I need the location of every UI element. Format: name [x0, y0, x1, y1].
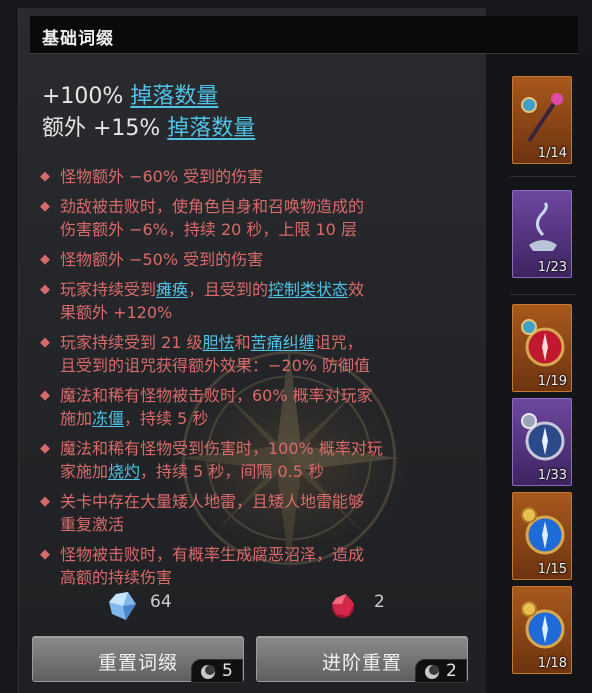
affix-item: ◆ 魔法和稀有怪物受到伤害时，100% 概率对玩 家施加烧灼，持续 5 秒，间隔… [38, 437, 468, 483]
keyword-link-timidity[interactable]: 胆怯 [203, 333, 235, 352]
slot-divider [510, 176, 576, 177]
moon-orb-icon [201, 665, 215, 679]
crystal-icon [109, 592, 136, 620]
silver-compass-icon [521, 413, 565, 461]
affix-text: 魔法和稀有怪物受到伤害时，100% 概率对玩 [60, 439, 383, 458]
reset-cost: 5 [191, 659, 243, 683]
slot-divider [510, 294, 576, 295]
keyword-link-torment[interactable]: 苦痛纠缠 [251, 333, 315, 352]
keyword-link-drop-quantity[interactable]: 掉落数量 [130, 84, 218, 109]
affix-item: ◆ 玩家持续受到 21 级胆怯和苦痛纠缠诅咒， 且受到的诅咒获得额外效果：−20… [38, 331, 468, 377]
summary-line-extra-drop-quantity: 额外 +15% 掉落数量 [42, 110, 255, 142]
affix-text: ，持续 5 秒，间隔 0.5 秒 [140, 462, 325, 481]
affix-text: 关卡中存在大量矮人地雷，且矮人地雷能够 [60, 492, 365, 511]
affix-item: ◆ 关卡中存在大量矮人地雷，且矮人地雷能够 重复激活 [38, 490, 468, 536]
advanced-reset-button[interactable]: 进阶重置 2 [256, 636, 468, 683]
advance-cost: 2 [415, 659, 467, 683]
affix-text: 魔法和稀有怪物被击败时，60% 概率对玩家 [60, 386, 373, 405]
diamond-bullet-icon: ◆ [40, 199, 50, 214]
affix-text: 诅咒， [314, 333, 363, 352]
affix-text: 玩家持续受到 [60, 280, 157, 299]
inventory-slot[interactable]: 1/33 [512, 398, 572, 486]
affix-text: 怪物被击败时，有概率生成腐恶沼泽，造成 [60, 545, 365, 564]
affix-item: ◆ 劲敌被击败时，使角色自身和召唤物造成的 伤害额外 −6%，持续 20 秒，上… [38, 195, 468, 241]
diamond-bullet-icon: ◆ [40, 494, 50, 509]
inventory-slot[interactable]: 1/19 [512, 304, 572, 392]
diamond-bullet-icon: ◆ [40, 547, 50, 562]
diamond-bullet-icon: ◆ [40, 282, 50, 297]
slot-count: 1/18 [537, 656, 567, 671]
ruby-count: 2 [374, 592, 385, 612]
affix-text: 伤害额外 −6%，持续 20 秒，上限 10 层 [60, 220, 357, 239]
slot-count: 1/23 [537, 260, 567, 275]
diamond-bullet-icon: ◆ [40, 388, 50, 403]
affix-text: ，持续 5 秒 [124, 409, 209, 428]
affix-item: ◆ 怪物被击败时，有概率生成腐恶沼泽，造成 高额的持续伤害 [38, 543, 468, 589]
affix-text: 重复激活 [60, 515, 125, 534]
moon-orb-icon [425, 665, 439, 679]
affix-text: 怪物额外 −50% 受到的伤害 [60, 250, 264, 269]
crystal-count: 64 [150, 592, 172, 612]
summary-value: 额外 +15% [42, 116, 168, 141]
affix-list: ◆ 怪物额外 −60% 受到的伤害 ◆ 劲敌被击败时，使角色自身和召唤物造成的 … [38, 165, 468, 596]
diamond-bullet-icon: ◆ [40, 169, 50, 184]
diamond-bullet-icon: ◆ [40, 441, 50, 456]
slot-count: 1/14 [537, 146, 567, 161]
slot-count: 1/15 [537, 562, 567, 577]
keyword-link-burn[interactable]: 烧灼 [108, 462, 140, 481]
cost-value: 5 [222, 661, 233, 681]
blue-compass-icon [521, 507, 565, 555]
reset-affix-button[interactable]: 重置词缀 5 [32, 636, 244, 683]
genie-lamp-icon [529, 201, 557, 251]
keyword-link-paralysis[interactable]: 瘫痪 [156, 280, 188, 299]
affix-text: 玩家持续受到 21 级 [60, 333, 203, 352]
affix-text: 施加 [60, 409, 93, 428]
red-compass-icon [521, 319, 565, 367]
blue-compass-icon [521, 601, 565, 649]
section-header: 基础词缀 [30, 16, 578, 54]
summary-value: +100% [42, 84, 131, 109]
affix-text: 劲敌被击败时，使角色自身和召唤物造成的 [60, 197, 365, 216]
keyword-link-frozen[interactable]: 冻僵 [92, 409, 124, 428]
affix-item: ◆ 魔法和稀有怪物被击败时，60% 概率对玩家 施加冻僵，持续 5 秒 [38, 384, 468, 430]
diamond-bullet-icon: ◆ [40, 335, 50, 350]
summary-line-drop-quantity: +100% 掉落数量 [42, 78, 218, 110]
inventory-slot[interactable]: 1/18 [512, 586, 572, 674]
inventory-slot[interactable]: 1/23 [512, 190, 572, 278]
affix-item: ◆ 怪物额外 −50% 受到的伤害 [38, 248, 468, 271]
staff-icon [521, 93, 563, 143]
affix-text: 家施加 [60, 462, 109, 481]
affix-text: 果额外 +120% [60, 303, 173, 322]
keyword-link-control-status[interactable]: 控制类状态 [268, 280, 348, 299]
inventory-slot[interactable]: 1/14 [512, 76, 572, 164]
affix-text: ，且受到的 [188, 280, 269, 299]
affix-item: ◆ 怪物额外 −60% 受到的伤害 [38, 165, 468, 188]
affix-text: 效 [348, 280, 365, 299]
diamond-bullet-icon: ◆ [40, 252, 50, 267]
affix-text: 怪物额外 −60% 受到的伤害 [60, 167, 264, 186]
slot-count: 1/19 [537, 374, 567, 389]
affix-text: 高额的持续伤害 [60, 568, 173, 587]
inventory-slot[interactable]: 1/15 [512, 492, 572, 580]
affix-item: ◆ 玩家持续受到瘫痪，且受到的控制类状态效 果额外 +120% [38, 278, 468, 324]
affix-text: 且受到的诅咒获得额外效果：−20% 防御值 [60, 356, 371, 375]
section-title: 基础词缀 [42, 29, 114, 49]
affix-text: 和 [234, 333, 251, 352]
slot-count: 1/33 [537, 468, 567, 483]
keyword-link-drop-quantity[interactable]: 掉落数量 [167, 116, 255, 141]
ruby-icon [332, 594, 354, 618]
cost-value: 2 [446, 661, 457, 681]
